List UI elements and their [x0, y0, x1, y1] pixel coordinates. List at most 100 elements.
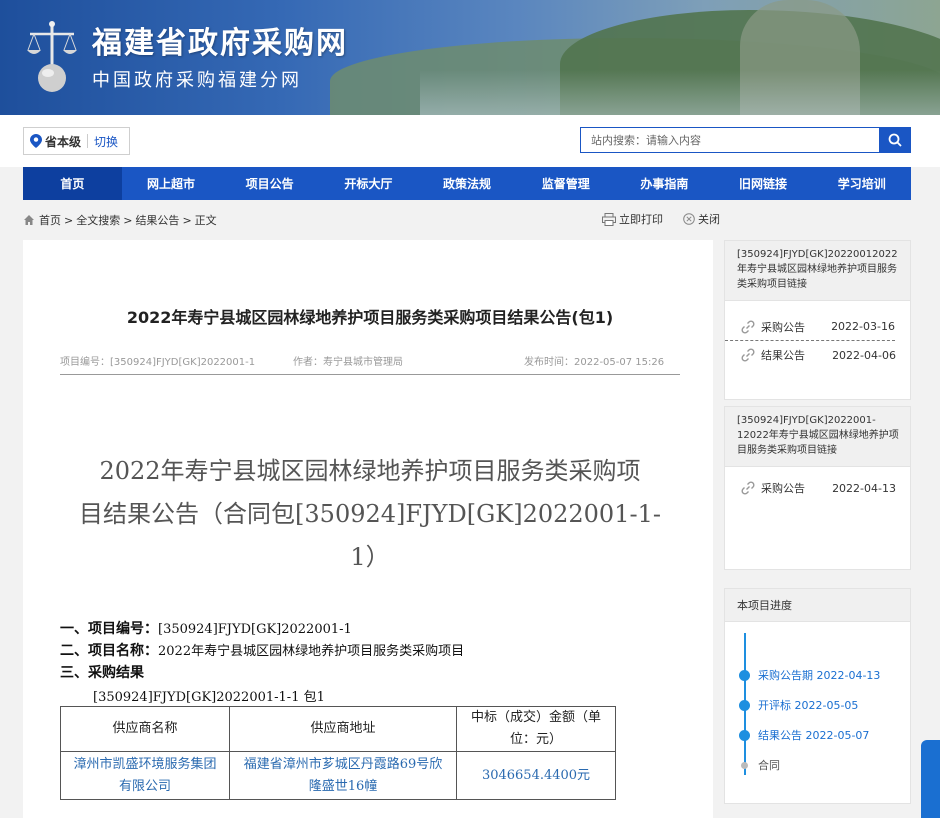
breadcrumb-home[interactable]: 首页	[39, 212, 61, 228]
nav-item-supervision[interactable]: 监督管理	[516, 167, 615, 200]
timeline-step: 结果公告 2022-05-07	[739, 727, 869, 743]
meta-label: 作者：	[293, 357, 323, 368]
nav-item-announcements[interactable]: 项目公告	[220, 167, 319, 200]
table-cell-line: 隆盛世16幢	[308, 778, 378, 794]
printer-icon	[602, 212, 616, 226]
table-header: 供应商名称	[60, 706, 230, 752]
link-icon	[741, 481, 755, 495]
timeline-dot	[739, 699, 750, 711]
meta-value: 寿宁县城市管理局	[323, 357, 403, 368]
document-heading-line: 2022年寿宁县城区园林绿地养护项目服务类采购项	[99, 457, 641, 485]
section-project-no: 一、项目编号：[350924]FJYD[GK]2022001-1	[60, 618, 352, 638]
link-date: 2022-03-16	[831, 320, 895, 333]
print-button[interactable]: 立即打印	[602, 211, 663, 227]
timeline-label: 采购公告期 2022-04-13	[758, 669, 881, 682]
home-icon	[24, 215, 34, 225]
link-date: 2022-04-13	[832, 481, 896, 495]
table-cell-line: 有限公司	[118, 778, 171, 794]
card-heading: 本项目进度	[725, 589, 910, 622]
article-actions: 立即打印 关闭	[602, 211, 720, 227]
region-selector: 省本级 切换	[23, 127, 130, 155]
region-switch-link[interactable]: 切换	[94, 133, 118, 150]
search-input[interactable]: 站内搜索：请输入内容	[580, 127, 880, 153]
card-heading: [350924]FJYD[GK]2022001-12022年寿宁县城区园林绿地养…	[725, 407, 910, 467]
close-button[interactable]: 关闭	[683, 211, 720, 227]
search-button[interactable]	[879, 127, 911, 153]
related-link-item[interactable]: 采购公告 2022-03-16	[725, 313, 895, 341]
breadcrumb-fulltext-search[interactable]: 全文搜索	[76, 212, 120, 228]
related-link-item[interactable]: 采购公告 2022-04-13	[725, 474, 910, 502]
meta-label: 项目编号：	[60, 357, 110, 368]
document-heading-line: 1）	[350, 543, 390, 571]
nav-item-policy[interactable]: 政策法规	[418, 167, 517, 200]
location-pin-icon	[30, 134, 42, 148]
supplier-address: 福建省漳州市芗城区丹霞路69号欣 隆盛世16幢	[229, 751, 457, 800]
site-banner: 福建省政府采购网 中国政府采购福建分网	[0, 0, 940, 115]
print-label: 立即打印	[619, 213, 663, 226]
related-links-card: [350924]FJYD[GK]2022001-12022年寿宁县城区园林绿地养…	[724, 406, 911, 570]
card-heading: [350924]FJYD[GK]20220012022年寿宁县城区园林绿地养护项…	[725, 241, 910, 301]
section-label: 二、项目名称：	[60, 643, 158, 659]
close-label: 关闭	[698, 213, 720, 226]
document-heading: 2022年寿宁县城区园林绿地养护项目服务类采购项 目结果公告（合同包[35092…	[60, 450, 680, 579]
section-results: 三、采购结果	[60, 662, 144, 682]
table-cell-line: 福建省漳州市芗城区丹霞路69号欣	[243, 756, 443, 772]
toolbar: 省本级 切换 站内搜索：请输入内容	[0, 115, 940, 167]
main-nav: 首页 网上超市 项目公告 开标大厅 政策法规 监督管理 办事指南 旧网链接 学习…	[23, 167, 911, 200]
table-header: 供应商地址	[229, 706, 457, 752]
floating-side-tab[interactable]	[921, 740, 940, 818]
nav-item-training[interactable]: 学习培训	[812, 167, 911, 200]
supplier-name: 漳州市凯盛环境服务集团 有限公司	[60, 751, 230, 800]
timeline-step: 采购公告期 2022-04-13	[739, 667, 880, 683]
section-label: 一、项目编号：	[60, 621, 158, 637]
meta-published: 发布时间：2022-05-07 15:26	[524, 353, 664, 368]
document-heading-line: 目结果公告（合同包[350924]FJYD[GK]2022001-1-	[79, 500, 661, 528]
related-link-item[interactable]: 结果公告 2022-04-06	[725, 341, 910, 369]
nav-item-bid-hall[interactable]: 开标大厅	[319, 167, 418, 200]
table-header-line: 位：元）	[509, 732, 562, 747]
search-icon	[888, 133, 902, 147]
breadcrumb-current: 正文	[194, 214, 217, 227]
link-icon	[741, 348, 755, 362]
section-label: 三、采购结果	[60, 665, 144, 681]
site-subtitle: 中国政府采购福建分网	[92, 70, 302, 91]
section-value: [350924]FJYD[GK]2022001-1	[158, 622, 352, 637]
meta-value: [350924]FJYD[GK]2022001-1	[110, 357, 256, 368]
link-label: 采购公告	[761, 320, 805, 334]
article-panel: 2022年寿宁县城区园林绿地养护项目服务类采购项目结果公告(包1) 项目编号：[…	[23, 240, 713, 818]
close-icon	[683, 213, 695, 225]
breadcrumb-separator: >	[182, 213, 192, 227]
link-label: 采购公告	[761, 482, 805, 495]
package-label: [350924]FJYD[GK]2022001-1-1 包1	[93, 690, 325, 705]
timeline-dot	[739, 729, 750, 741]
meta-author: 作者：寿宁县城市管理局	[293, 353, 403, 368]
link-date: 2022-04-06	[832, 348, 896, 362]
table-header: 中标（成交）金额（单 位：元）	[456, 706, 616, 752]
project-progress-card: 本项目进度 采购公告期 2022-04-13 开评标 2022-05-05 结果…	[724, 588, 911, 804]
breadcrumb-separator: >	[64, 213, 74, 227]
breadcrumb: 首页 > 全文搜索 > 结果公告 > 正文	[23, 212, 217, 228]
nav-item-mall[interactable]: 网上超市	[122, 167, 221, 200]
timeline-step: 合同	[739, 757, 780, 773]
timeline-step: 开评标 2022-05-05	[739, 697, 858, 713]
breadcrumb-result-announcements[interactable]: 结果公告	[135, 212, 179, 228]
site-title: 福建省政府采购网	[92, 26, 348, 61]
related-links-card: [350924]FJYD[GK]20220012022年寿宁县城区园林绿地养护项…	[724, 240, 911, 400]
result-table: 供应商名称 供应商地址 中标（成交）金额（单 位：元） 漳州市凯盛环境服务集团 …	[60, 706, 616, 800]
nav-item-guide[interactable]: 办事指南	[615, 167, 714, 200]
meta-value: 2022-05-07 15:26	[574, 357, 665, 368]
timeline-label: 结果公告 2022-05-07	[758, 729, 870, 742]
nav-item-home[interactable]: 首页	[23, 167, 122, 200]
timeline-label: 开评标 2022-05-05	[758, 699, 859, 712]
table-row: 漳州市凯盛环境服务集团 有限公司 福建省漳州市芗城区丹霞路69号欣 隆盛世16幢…	[60, 751, 616, 800]
table-cell-line: 漳州市凯盛环境服务集团	[73, 756, 217, 772]
meta-project-no: 项目编号：[350924]FJYD[GK]2022001-1	[60, 353, 255, 368]
link-label: 结果公告	[761, 349, 805, 362]
table-header-row: 供应商名称 供应商地址 中标（成交）金额（单 位：元）	[60, 706, 616, 752]
breadcrumb-separator: >	[123, 213, 133, 227]
nav-item-old-site[interactable]: 旧网链接	[714, 167, 813, 200]
section-project-name: 二、项目名称：2022年寿宁县城区园林绿地养护项目服务类采购项目	[60, 640, 464, 660]
link-icon	[741, 319, 755, 334]
award-amount: 3046654.4400元	[456, 751, 616, 800]
divider	[60, 374, 680, 375]
